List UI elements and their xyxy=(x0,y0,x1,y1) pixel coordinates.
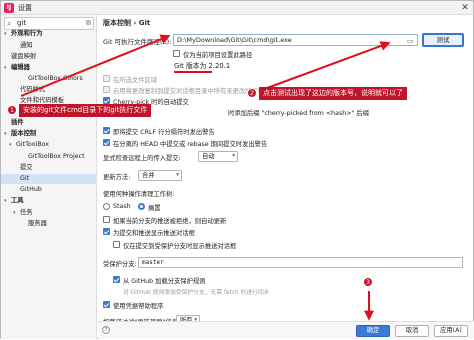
callout-2: 点击测试出现了这边的版本号，说明就可以了 xyxy=(259,87,407,100)
callout-1-badge: 1 xyxy=(7,105,17,115)
arrow-to-path xyxy=(20,34,171,97)
callout-2-badge: 2 xyxy=(247,88,257,98)
callout-3-badge: 3 xyxy=(363,277,373,287)
arrow-to-test xyxy=(258,41,391,92)
annotation-arrows xyxy=(20,34,391,321)
callout-1: 安装的git文件cmd目录下的git执行文件 xyxy=(19,104,152,117)
settings-window: IJ 设置 ✕ ⌕ git ⊗ ▾ 外观和行为 通知 键盘映射 ▾ 编辑器 GitToolB… xyxy=(0,0,474,339)
